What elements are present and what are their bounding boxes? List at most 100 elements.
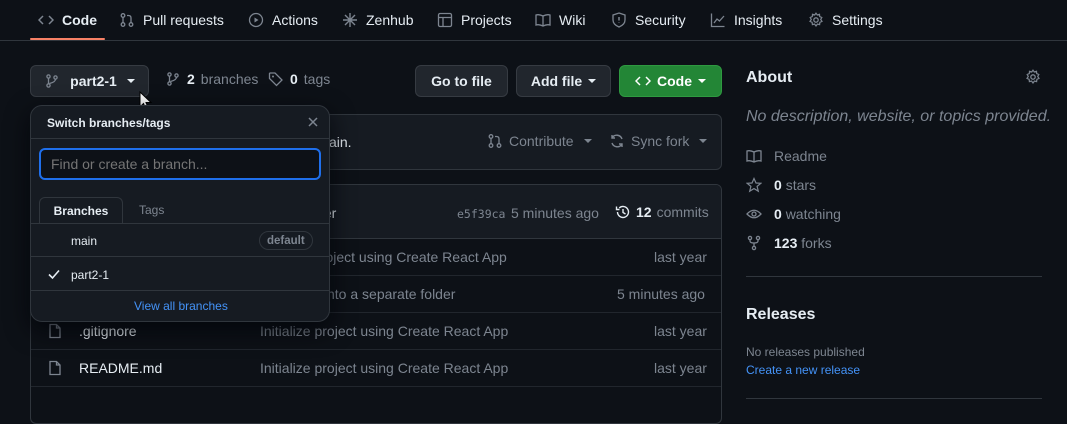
commit-time: 5 minutes ago — [511, 205, 599, 221]
stars-count: 0 — [774, 177, 782, 193]
watching-link[interactable]: 0 watching — [746, 204, 841, 224]
divider — [31, 138, 329, 139]
chevron-down-icon — [698, 79, 706, 83]
repo-nav: Code Pull requests Actions Zenhub Projec… — [0, 0, 1067, 41]
forks-link[interactable]: 123 forks — [746, 233, 832, 253]
commit-sha[interactable]: e5f39ca — [457, 207, 505, 221]
file-commit-message[interactable]: Initialize project using Create React Ap… — [260, 323, 508, 339]
file-name[interactable]: .gitignore — [79, 323, 137, 339]
tab-projects[interactable]: Projects — [437, 0, 512, 40]
branch-item-label: part2-1 — [71, 268, 110, 282]
file-commit-message[interactable]: Initialize project using Create React Ap… — [260, 360, 508, 376]
tab-code[interactable]: Code — [30, 0, 105, 40]
branches-count: 2 — [187, 71, 195, 87]
create-release-link[interactable]: Create a new release — [746, 363, 860, 377]
pull-request-icon — [487, 133, 503, 149]
branch-select-button[interactable]: part2-1 — [30, 65, 149, 97]
file-commit-message[interactable]: project using Create React App — [313, 249, 507, 265]
shield-icon — [611, 12, 627, 28]
file-time: 5 minutes ago — [617, 286, 705, 302]
sync-fork-button[interactable]: Sync fork — [609, 133, 708, 149]
tab-actions[interactable]: Actions — [248, 0, 318, 40]
tab-branches[interactable]: Branches — [39, 197, 123, 224]
tab-settings[interactable]: Settings — [808, 0, 883, 40]
star-icon — [746, 177, 762, 193]
commits-label: commits — [656, 204, 709, 220]
tab-label: Insights — [734, 12, 783, 28]
play-icon — [248, 12, 264, 28]
file-icon — [47, 360, 63, 376]
stars-link[interactable]: 0 stars — [746, 175, 816, 195]
tab-label: Projects — [461, 12, 512, 28]
chevron-down-icon — [699, 139, 708, 143]
file-time: last year — [654, 323, 707, 339]
eye-icon — [746, 206, 762, 222]
file-time: last year — [654, 249, 707, 265]
releases-title[interactable]: Releases — [746, 306, 815, 324]
chevron-down-icon — [588, 79, 597, 83]
branch-item-label: main — [71, 234, 98, 248]
add-file-button[interactable]: Add file — [516, 65, 611, 97]
divider — [746, 398, 1042, 399]
tab-insights[interactable]: Insights — [710, 0, 782, 40]
branch-search-input[interactable] — [39, 148, 321, 180]
table-icon — [437, 12, 453, 28]
watching-label: watching — [785, 206, 841, 222]
commits-link[interactable]: 12 commits — [615, 204, 709, 220]
tab-label: Wiki — [559, 12, 586, 28]
file-name[interactable]: README.md — [79, 360, 162, 376]
tab-wiki[interactable]: Wiki — [535, 0, 585, 40]
watching-count: 0 — [774, 206, 782, 222]
book-icon — [746, 148, 762, 164]
tab-label: Pull requests — [143, 12, 224, 28]
tab-label: Zenhub — [366, 12, 414, 28]
branches-link[interactable]: 2 branches — [165, 71, 258, 87]
tab-pull-requests[interactable]: Pull requests — [119, 0, 224, 40]
file-icon — [47, 323, 63, 339]
tab-zenhub[interactable]: Zenhub — [342, 0, 413, 40]
commits-count: 12 — [636, 204, 652, 220]
gear-icon — [808, 12, 824, 28]
close-icon[interactable] — [307, 116, 319, 128]
go-to-file-button[interactable]: Go to file — [415, 65, 508, 97]
tab-security[interactable]: Security — [611, 0, 686, 40]
readme-label: Readme — [774, 148, 827, 164]
table-row: README.md Initialize project using Creat… — [31, 350, 721, 387]
forks-label: forks — [801, 235, 832, 251]
chevron-down-icon — [583, 139, 592, 143]
about-title: About — [746, 69, 793, 86]
code-icon — [635, 73, 651, 89]
view-all-branches-link[interactable]: View all branches — [134, 299, 228, 313]
readme-link[interactable]: Readme — [746, 146, 827, 166]
code-button[interactable]: Code — [619, 65, 722, 97]
divider — [746, 276, 1042, 277]
history-icon — [615, 204, 631, 220]
branch-name: part2-1 — [70, 73, 117, 89]
pull-request-icon — [119, 12, 135, 28]
default-badge: default — [259, 231, 313, 250]
branch-icon — [165, 71, 181, 87]
no-releases-text: No releases published — [746, 345, 865, 359]
dropdown-title: Switch branches/tags — [47, 116, 171, 130]
zenhub-icon — [342, 12, 358, 28]
gear-icon[interactable] — [1025, 69, 1041, 85]
tab-label: Code — [62, 12, 97, 28]
branch-item-part2-1[interactable]: part2-1 — [31, 257, 329, 291]
contribute-button[interactable]: Contribute — [487, 133, 592, 149]
branch-icon — [44, 73, 60, 89]
file-commit-message[interactable]: k into a separate folder — [313, 286, 455, 302]
fork-status-text: ain. — [329, 134, 352, 150]
branch-item-main[interactable]: main default — [31, 224, 329, 257]
file-time: last year — [654, 360, 707, 376]
stars-label: stars — [785, 177, 817, 193]
branches-label: branches — [200, 71, 259, 87]
tab-tags[interactable]: Tags — [139, 203, 164, 217]
chevron-down-icon — [126, 79, 135, 83]
sync-fork-label: Sync fork — [631, 133, 690, 149]
branch-switcher-dropdown: Switch branches/tags Branches Tags main … — [30, 105, 330, 322]
sync-icon — [609, 133, 625, 149]
fork-icon — [746, 235, 762, 251]
tags-count: 0 — [290, 71, 298, 87]
check-icon — [47, 267, 61, 281]
tags-link[interactable]: 0 tags — [268, 71, 330, 87]
